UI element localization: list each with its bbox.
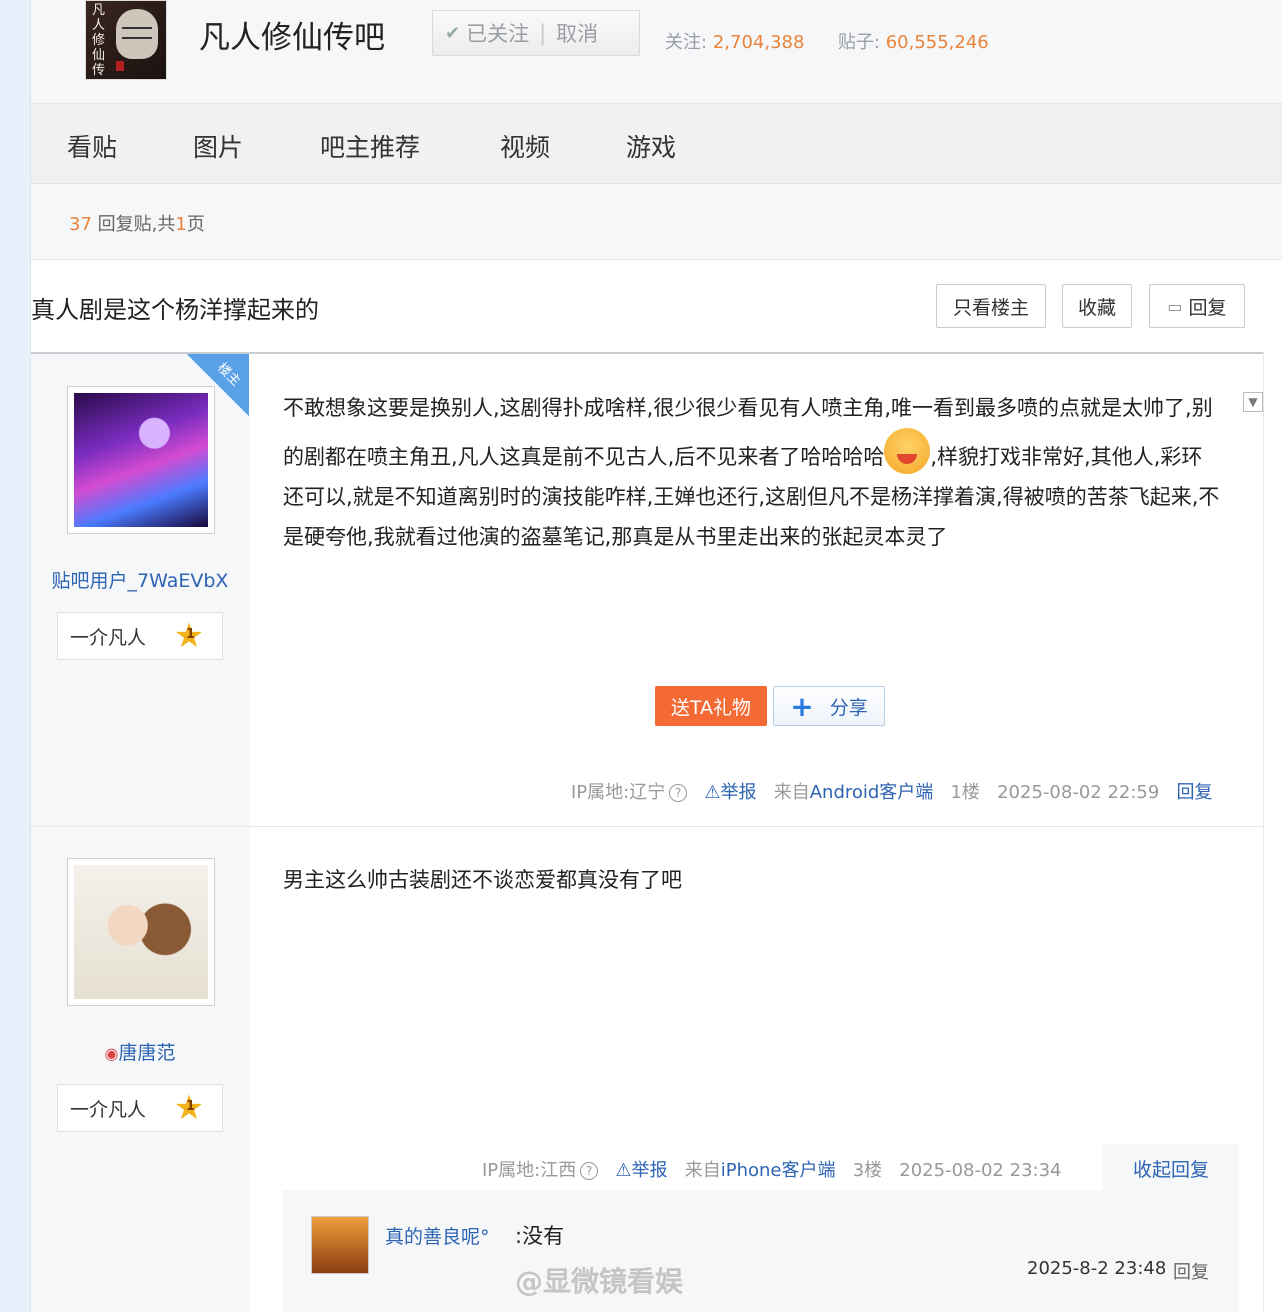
tab-posts[interactable]: 看贴 [67, 128, 117, 164]
post-reply-link[interactable]: 回复 [1176, 782, 1212, 803]
post-1-content: 不敢想象这要是换别人,这剧得扑成啥样,很少很少看见有人喷主角,唯一看到最多喷的点… [283, 388, 1223, 557]
avatar-image [74, 865, 208, 999]
reply-count-bar: 37 回复贴,共1页 [31, 184, 1282, 260]
follow-button[interactable]: ✔ 已关注 | 取消 [432, 10, 640, 56]
send-gift-button[interactable]: 送TA礼物 [655, 686, 767, 726]
post-2-rank[interactable]: 一介凡人 ★ 1 [57, 1084, 223, 1132]
post-1-meta: IP属地:辽宁? ⚠举报 来自Android客户端 1楼 2025-08-02 … [571, 778, 1212, 804]
laughing-emoji-icon [884, 428, 931, 474]
from-prefix: 来自 [684, 1160, 721, 1181]
watermark: @显微镜看娱 [515, 1265, 684, 1298]
post-time: 2025-08-02 22:59 [997, 782, 1160, 803]
tab-featured[interactable]: 吧主推荐 [320, 128, 420, 164]
warning-icon: ⚠ [704, 782, 721, 803]
help-icon[interactable]: ? [669, 784, 688, 802]
report-link[interactable]: 举报 [721, 782, 757, 803]
thread-title: 真人剧是这个杨洋撑起来的 [31, 296, 319, 324]
left-background-strip [0, 0, 30, 1312]
reply-count: 37 [69, 214, 92, 235]
sub-reply-text: :没有 [515, 1224, 565, 1248]
warning-icon: ⚠ [615, 1160, 632, 1181]
check-icon: ✔ [445, 22, 461, 44]
from-prefix: 来自 [773, 782, 810, 803]
page-label: 页 [186, 214, 205, 235]
report-link[interactable]: 举报 [632, 1160, 668, 1181]
collect-button[interactable]: 收藏 [1062, 284, 1132, 328]
page-count: 1 [175, 214, 187, 235]
post-2-avatar[interactable] [67, 858, 215, 1006]
post-1-avatar[interactable] [67, 386, 215, 534]
page: 凡人修仙传 凡人修仙传吧 ✔ 已关注 | 取消 关注: 2,704,388 贴子… [30, 0, 1282, 1312]
reply-button-label: 回复 [1188, 296, 1227, 319]
share-button[interactable]: + 分享 [773, 686, 885, 726]
client-link[interactable]: iPhone客户端 [721, 1160, 836, 1181]
rank-title: 一介凡人 [70, 626, 147, 649]
level-number: 1 [185, 627, 195, 642]
floor-number: 1楼 [950, 782, 980, 803]
post-1-username[interactable]: 贴吧用户_7WaEVbX [31, 566, 249, 593]
sub-reply-avatar[interactable] [311, 1216, 369, 1274]
followed-label: 已关注 [466, 22, 530, 46]
forum-logo[interactable]: 凡人修仙传 [85, 0, 167, 80]
post-2-username-text: 唐唐范 [118, 1042, 176, 1064]
post-2-username[interactable]: ◉唐唐范 [31, 1038, 249, 1065]
sub-reply-time: 2025-8-2 23:48 [1027, 1258, 1167, 1279]
content-border [1263, 352, 1264, 1312]
followers-count: 2,704,388 [712, 32, 805, 53]
tab-pictures[interactable]: 图片 [193, 128, 243, 164]
client-link[interactable]: Android客户端 [810, 782, 934, 803]
rank-title: 一介凡人 [70, 1098, 147, 1121]
sub-reply-list: 真的善良呢° :没有 2025-8-2 23:48 回复 [283, 1190, 1239, 1312]
post-time: 2025-08-02 23:34 [899, 1160, 1062, 1181]
logo-portrait [116, 9, 158, 59]
forum-header: 凡人修仙传 凡人修仙传吧 ✔ 已关注 | 取消 关注: 2,704,388 贴子… [31, 0, 1282, 104]
collapse-replies-button[interactable]: 收起回复 [1103, 1144, 1239, 1192]
sub-reply-reply-link[interactable]: 回复 [1173, 1258, 1209, 1284]
level-number: 1 [185, 1099, 195, 1114]
share-label: 分享 [829, 696, 868, 719]
post-1-rank[interactable]: 一介凡人 ★ 1 [57, 612, 223, 660]
forum-title[interactable]: 凡人修仙传吧 [199, 12, 385, 57]
ip-location: IP属地:江西 [482, 1160, 577, 1181]
floor-number: 3楼 [852, 1160, 883, 1181]
divider: | [539, 21, 547, 45]
tab-games[interactable]: 游戏 [626, 128, 676, 164]
comment-icon: ▭ [1167, 296, 1183, 316]
post-menu-dropdown-icon[interactable]: ▼ [1243, 392, 1263, 412]
only-op-button[interactable]: 只看楼主 [936, 284, 1046, 328]
posts-label: 贴子: [837, 32, 880, 53]
help-icon[interactable]: ? [580, 1162, 599, 1180]
logo-seal [116, 61, 124, 71]
tab-video[interactable]: 视频 [500, 128, 550, 164]
plus-icon: + [790, 689, 814, 723]
unfollow-link[interactable]: 取消 [556, 18, 598, 48]
post-2-content: 男主这么帅古装剧还不谈恋爱都真没有了吧 [283, 868, 682, 892]
posts-count: 60,555,246 [885, 32, 989, 53]
logo-text: 凡人修仙传 [92, 3, 106, 78]
reply-count-text: 37 回复贴,共1页 [69, 210, 205, 236]
ip-location: IP属地:辽宁 [571, 782, 666, 803]
reply-count-label: 回复贴,共 [97, 214, 176, 235]
reply-button[interactable]: ▭ 回复 [1149, 284, 1245, 328]
avatar-image [74, 393, 208, 527]
post-2-meta: IP属地:江西? ⚠举报 来自iPhone客户端 3楼 2025-08-02 2… [482, 1156, 1061, 1182]
forum-nav: 看贴 图片 吧主推荐 视频 游戏 [31, 104, 1282, 184]
sub-reply-username[interactable]: 真的善良呢° [385, 1222, 490, 1249]
op-badge-label: 楼主 [214, 360, 244, 390]
followers-label: 关注: [665, 32, 708, 53]
lollipop-icon: ◉ [104, 1044, 119, 1063]
forum-stats: 关注: 2,704,388 贴子: 60,555,246 [665, 28, 989, 54]
